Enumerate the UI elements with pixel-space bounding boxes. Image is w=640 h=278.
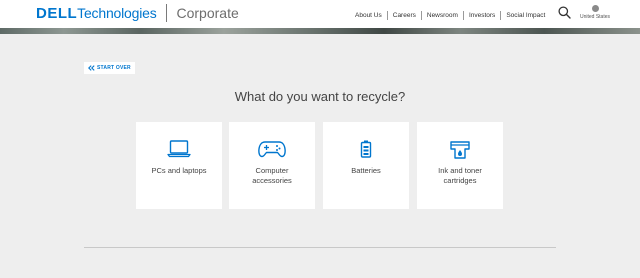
nav-about-us[interactable]: About Us: [350, 11, 387, 20]
laptop-icon: [167, 140, 191, 158]
region-selector[interactable]: United States: [578, 5, 612, 20]
logo-subtitle: Corporate: [176, 5, 239, 21]
globe-icon: [591, 5, 599, 12]
start-over-button[interactable]: START OVER: [84, 62, 135, 74]
main-nav: About Us Careers Newsroom Investors Soci…: [350, 10, 550, 20]
recycle-option-pcs-laptops[interactable]: PCs and laptops: [136, 122, 222, 209]
section-divider: [84, 247, 556, 248]
recycle-option-ink-toner[interactable]: Ink and toner cartridges: [417, 122, 503, 209]
logo-technologies-text: Technologies: [77, 5, 157, 21]
nav-newsroom[interactable]: Newsroom: [422, 11, 463, 20]
logo-divider: [165, 4, 167, 22]
double-chevron-left-icon: [88, 65, 95, 71]
recycle-option-computer-accessories[interactable]: Computer accessories: [229, 122, 315, 209]
start-over-label: START OVER: [97, 65, 131, 71]
nav-careers[interactable]: Careers: [388, 11, 421, 20]
nav-social-impact[interactable]: Social Impact: [501, 11, 550, 20]
card-label: Ink and toner cartridges: [438, 166, 482, 185]
ink-cartridge-icon: [450, 141, 470, 159]
recycle-option-batteries[interactable]: Batteries: [323, 122, 409, 209]
page-question: What do you want to recycle?: [234, 89, 406, 104]
dell-technologies-logo[interactable]: DELL Technologies Corporate: [36, 4, 239, 22]
site-header: DELL Technologies Corporate About Us Car…: [0, 0, 640, 28]
hero-banner-strip: [0, 28, 640, 34]
gamepad-icon: [258, 141, 286, 158]
battery-icon: [360, 140, 372, 158]
search-icon[interactable]: [558, 6, 571, 19]
card-label: Computer accessories: [252, 166, 292, 185]
logo-dell-text: DELL: [36, 4, 78, 22]
card-label: PCs and laptops: [151, 166, 207, 175]
region-label: United States: [579, 14, 611, 20]
card-label: Batteries: [351, 166, 381, 175]
nav-investors[interactable]: Investors: [464, 11, 500, 20]
